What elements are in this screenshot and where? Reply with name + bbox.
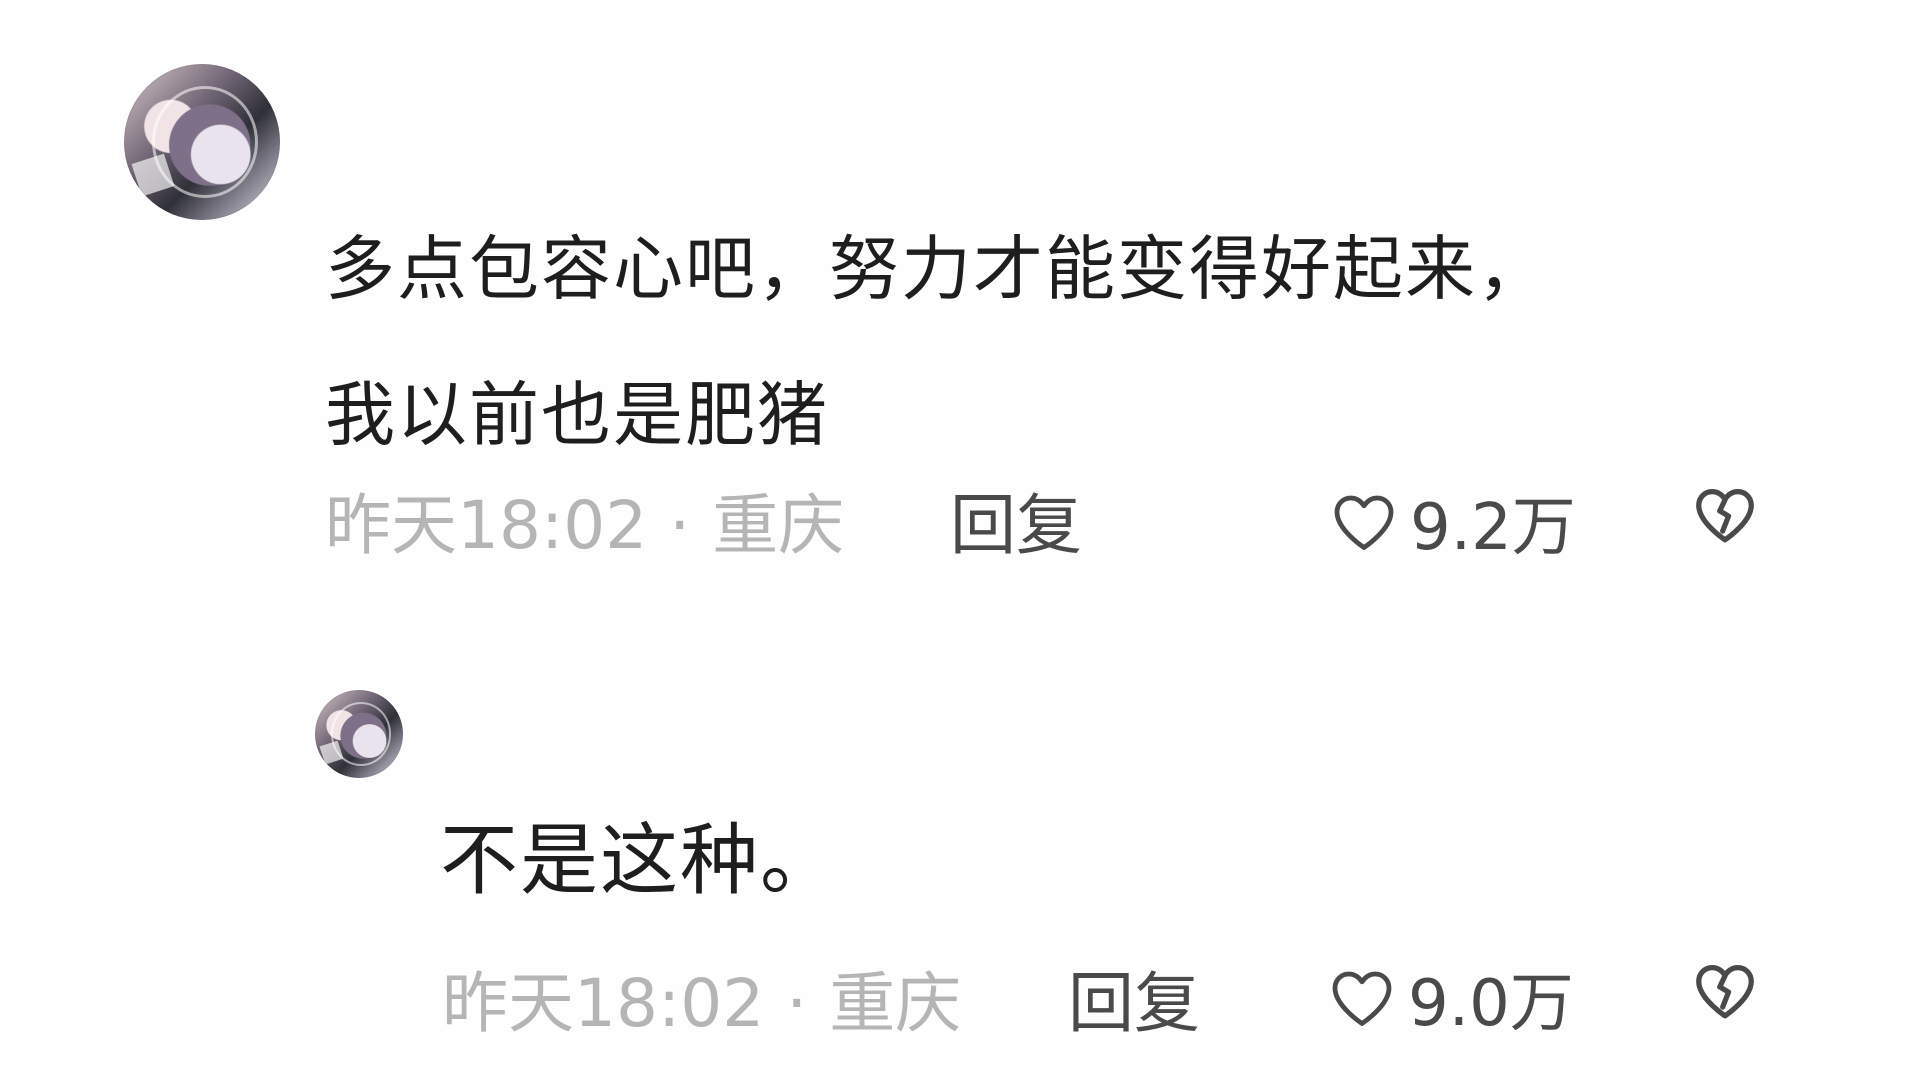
comment-meta: 昨天18:02 · 重庆 bbox=[325, 472, 844, 568]
comment-time: 昨天18:02 bbox=[325, 487, 648, 564]
heart-outline-icon bbox=[1332, 971, 1392, 1026]
comment-text-line: 多点包容心吧，努力才能变得好起来， bbox=[325, 228, 1549, 310]
reply-avatar[interactable] bbox=[315, 690, 403, 778]
like-count: 9.2万 bbox=[1410, 491, 1576, 565]
heart-outline-icon bbox=[1334, 495, 1394, 550]
comment-location: 重庆 bbox=[712, 487, 845, 564]
avatar[interactable] bbox=[124, 64, 280, 220]
reply-like-count: 9.0万 bbox=[1408, 967, 1574, 1041]
reply-like-button[interactable]: 9.0万 bbox=[1326, 952, 1574, 1044]
like-button[interactable]: 9.2万 bbox=[1328, 476, 1576, 568]
dislike-button[interactable] bbox=[1690, 480, 1760, 550]
reply-button[interactable]: 回复 bbox=[950, 472, 1082, 568]
meta-separator: · bbox=[786, 965, 808, 1042]
comment-thread: 多点包容心吧，努力才能变得好起来， 我以前也是肥猪 昨天18:02 · 重庆 回复 … bbox=[0, 0, 1920, 1080]
reply-meta: 昨天18:02 · 重庆 bbox=[442, 950, 961, 1046]
reply-reply-button[interactable]: 回复 bbox=[1068, 950, 1200, 1046]
broken-heart-icon bbox=[1696, 965, 1754, 1019]
reply-time: 昨天18:02 bbox=[442, 965, 765, 1042]
comment-text-line: 我以前也是肥猪 bbox=[325, 374, 829, 456]
meta-separator: · bbox=[669, 487, 691, 564]
broken-heart-icon bbox=[1696, 489, 1754, 543]
reply-dislike-button[interactable] bbox=[1690, 956, 1760, 1026]
reply-location: 重庆 bbox=[829, 965, 962, 1042]
reply-text: 不是这种。 bbox=[440, 816, 841, 906]
comment-text: 多点包容心吧，努力才能变得好起来， 我以前也是肥猪 bbox=[325, 196, 1549, 488]
